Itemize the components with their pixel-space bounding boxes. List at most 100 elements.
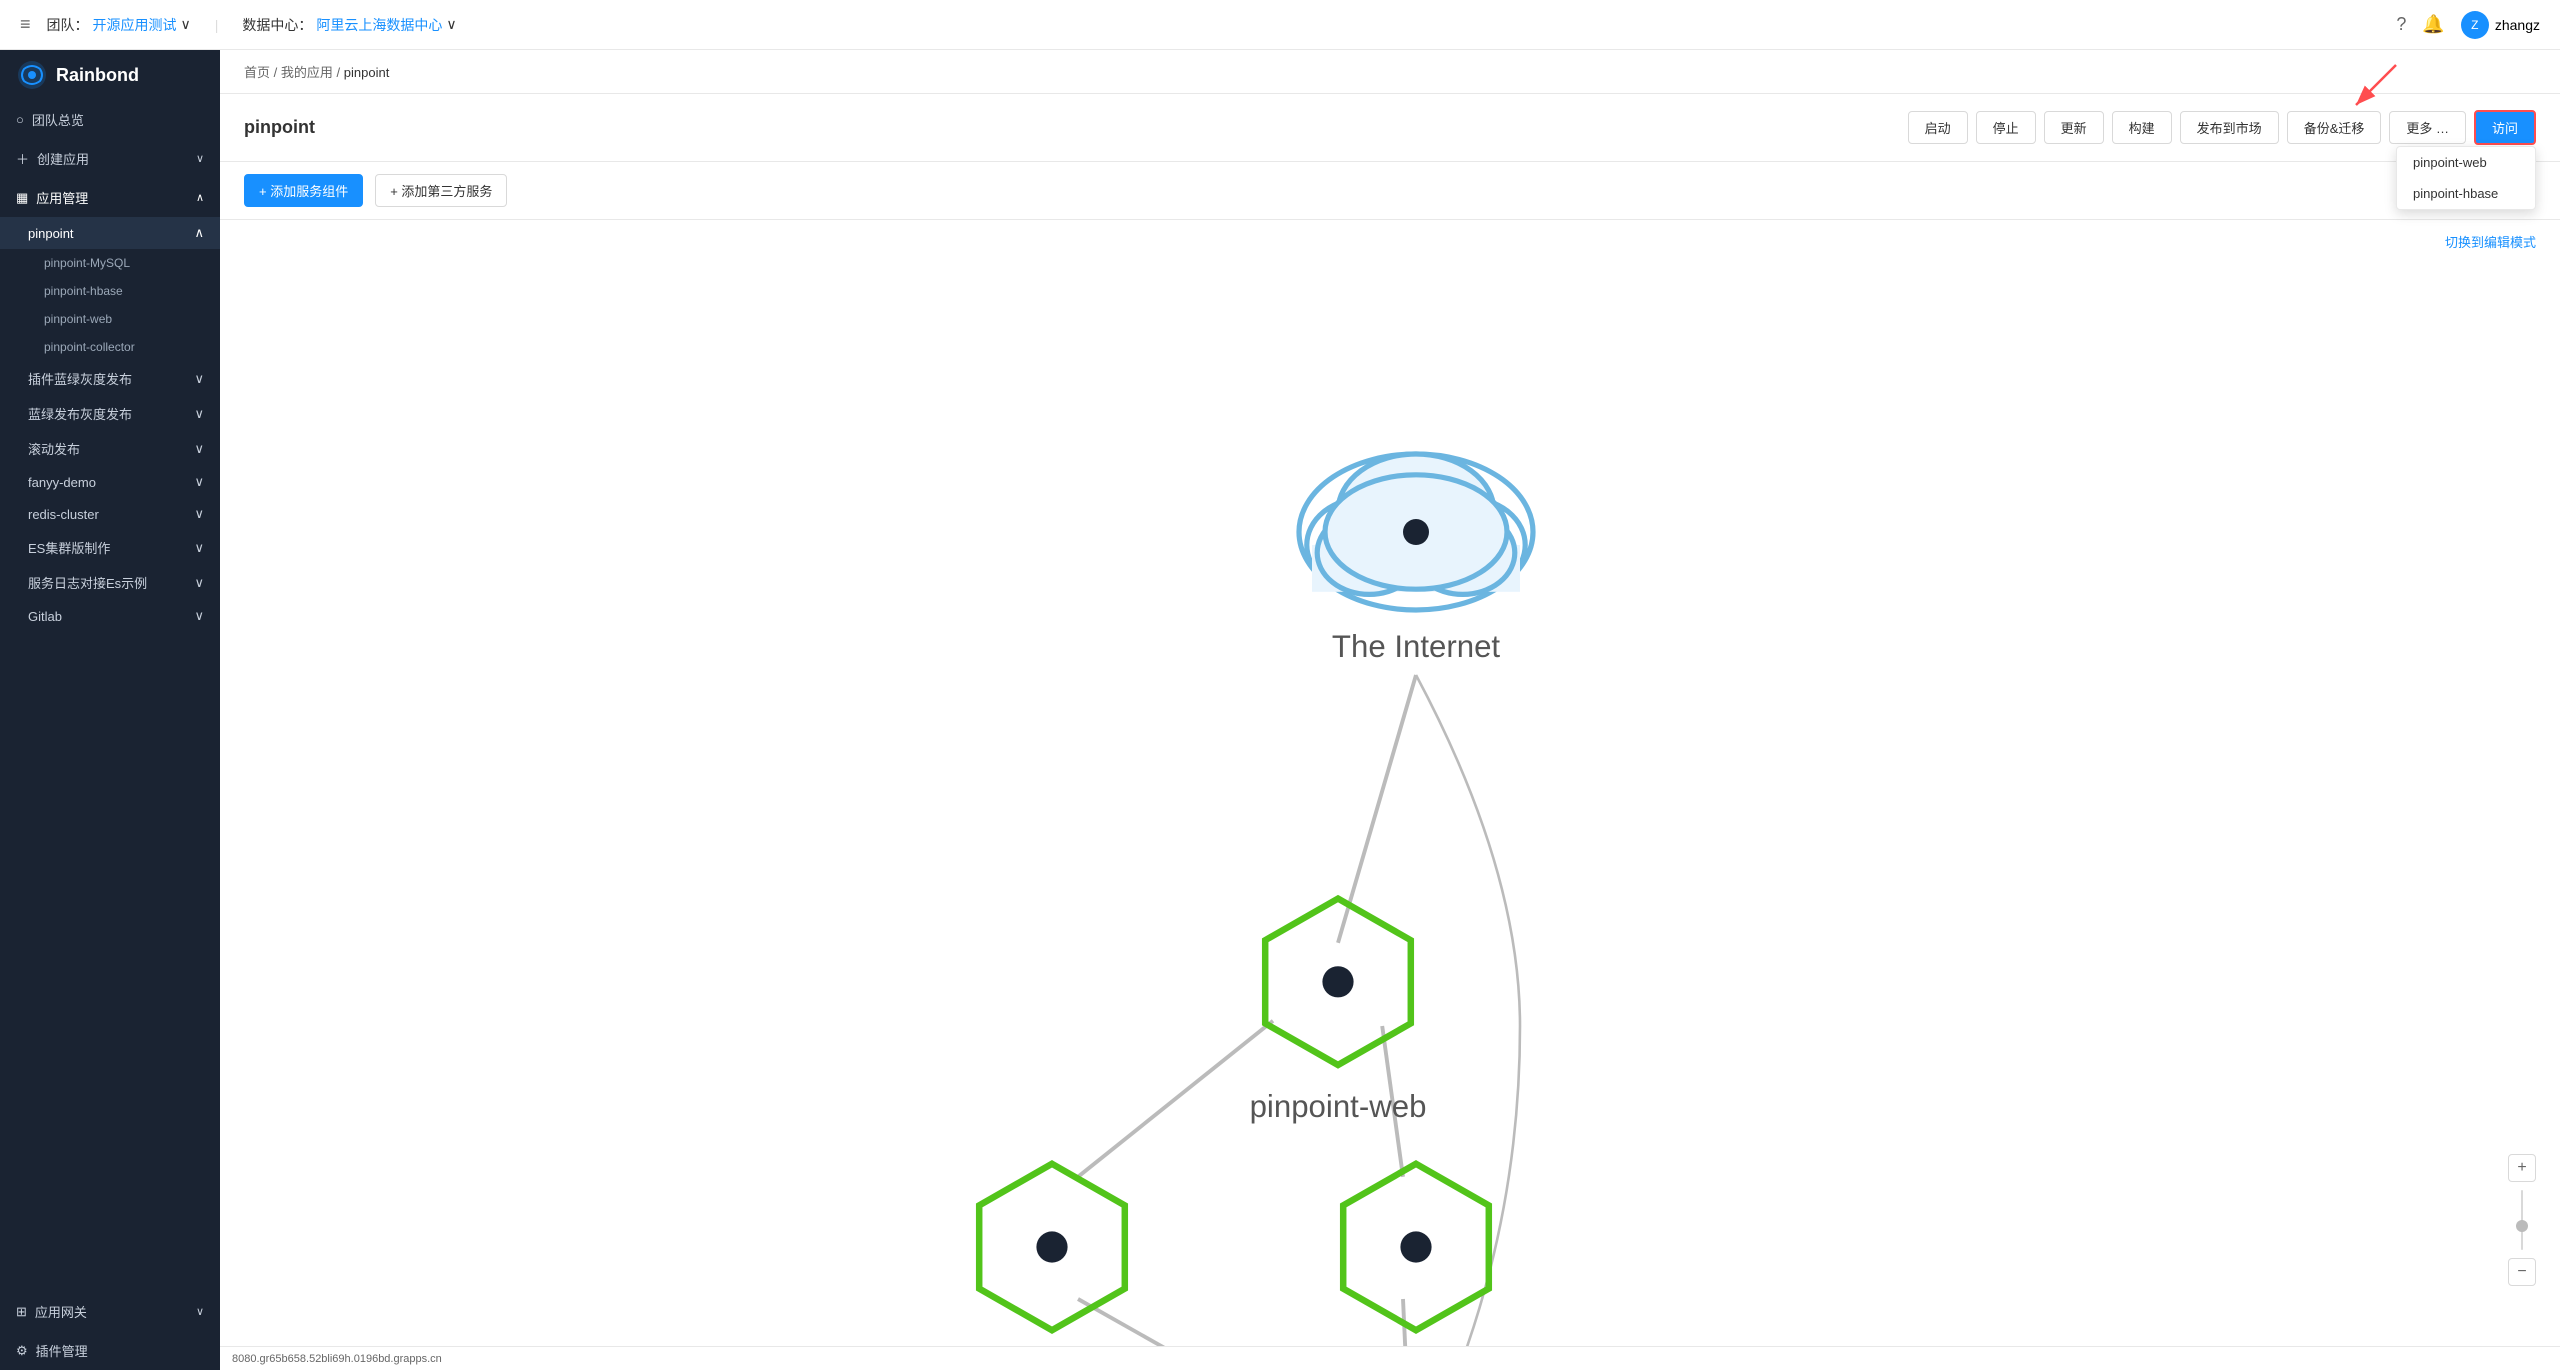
- app-gateway-icon: ⊞: [16, 1304, 27, 1320]
- user-name: zhangz: [2495, 17, 2540, 33]
- svg-text:pinpoint-web: pinpoint-web: [1250, 1089, 1427, 1124]
- start-button[interactable]: 启动: [1908, 111, 1968, 144]
- create-app-chevron: ∨: [196, 152, 204, 165]
- sub-toolbar: + 添加服务组件 + 添加第三方服务 拓扑图 列表: [220, 162, 2560, 220]
- sidebar-group-log[interactable]: 服务日志对接Es示例 ∨: [0, 565, 220, 600]
- page-actions: 启动 停止 更新 构建 发布到市场 备份&迁移 更多 … 访问 pinpoint…: [1908, 110, 2536, 145]
- datacenter-name-link[interactable]: 阿里云上海数据中心: [316, 15, 442, 35]
- sidebar-group-plugin-bluegreen[interactable]: 插件蓝绿灰度发布 ∨: [0, 361, 220, 396]
- sidebar-group-es[interactable]: ES集群版制作 ∨: [0, 530, 220, 565]
- es-chevron: ∨: [194, 540, 204, 556]
- sidebar-group-pinpoint[interactable]: pinpoint ∧: [0, 217, 220, 249]
- breadcrumb-sep1: /: [274, 65, 278, 80]
- app-management-chevron: ∧: [196, 191, 204, 204]
- publish-button[interactable]: 发布到市场: [2180, 111, 2279, 144]
- node-pinpoint-collector[interactable]: pinpoint-collector: [1298, 1164, 1534, 1346]
- pinpoint-hbase-label: pinpoint-hbase: [44, 284, 123, 298]
- node-pinpoint-web[interactable]: pinpoint-web: [1250, 899, 1427, 1124]
- update-button[interactable]: 更新: [2044, 111, 2104, 144]
- log-chevron: ∨: [194, 575, 204, 591]
- user-avatar: Z: [2461, 11, 2489, 39]
- zoom-slider[interactable]: [2521, 1190, 2523, 1250]
- fanyy-label: fanyy-demo: [28, 475, 96, 490]
- sidebar-sub-pinpoint-collector[interactable]: pinpoint-collector: [0, 333, 220, 361]
- sidebar-group-redis[interactable]: redis-cluster ∨: [0, 498, 220, 530]
- backup-button[interactable]: 备份&迁移: [2287, 111, 2382, 144]
- menu-icon[interactable]: ≡: [20, 14, 31, 35]
- zoom-in-button[interactable]: +: [2508, 1154, 2536, 1182]
- gitlab-label: Gitlab: [28, 609, 62, 624]
- plugin-bluegreen-label: 插件蓝绿灰度发布: [28, 369, 132, 388]
- sidebar-group-rolling[interactable]: 滚动发布 ∨: [0, 431, 220, 466]
- breadcrumb-current: pinpoint: [344, 65, 390, 80]
- plugin-mgmt-label: 插件管理: [36, 1341, 88, 1360]
- sidebar-item-app-gateway[interactable]: ⊞ 应用网关 ∨: [0, 1292, 220, 1331]
- breadcrumb-my-apps[interactable]: 我的应用: [281, 65, 333, 80]
- team-label: 团队：: [47, 15, 89, 35]
- topology-graph: The Internet pinpoint-web pinpoint-MySQL: [220, 220, 2560, 1346]
- statusbar: 8080.gr65b658.52bli69h.0196bd.grapps.cn: [220, 1346, 2560, 1370]
- logo-text: Rainbond: [56, 65, 139, 86]
- add-third-party-button[interactable]: + 添加第三方服务: [375, 174, 507, 207]
- datacenter-dropdown-icon[interactable]: ∨: [446, 16, 456, 33]
- team-name-link[interactable]: 开源应用测试: [93, 15, 177, 35]
- notification-icon[interactable]: 🔔: [2422, 14, 2444, 35]
- user-info[interactable]: Z zhangz: [2461, 11, 2540, 39]
- sidebar-sub-pinpoint-hbase[interactable]: pinpoint-hbase: [0, 277, 220, 305]
- app-gateway-chevron: ∨: [196, 1305, 204, 1318]
- zoom-handle[interactable]: [2516, 1220, 2528, 1232]
- zoom-out-button[interactable]: −: [2508, 1258, 2536, 1286]
- pinpoint-collector-label: pinpoint-collector: [44, 340, 135, 354]
- page-header: pinpoint 启动 停止 更新 构建 发布到市场 备份&迁移 更多 … 访问…: [220, 94, 2560, 162]
- build-button[interactable]: 构建: [2112, 111, 2172, 144]
- plugin-mgmt-icon: ⚙: [16, 1343, 28, 1359]
- redis-label: redis-cluster: [28, 507, 99, 522]
- team-overview-label: 团队总览: [32, 110, 84, 129]
- sidebar-item-create-app[interactable]: ＋ 创建应用 ∨: [0, 139, 220, 178]
- help-icon[interactable]: ?: [2396, 14, 2406, 35]
- content: 首页 / 我的应用 / pinpoint pinpoint 启动 停止 更新 构…: [220, 50, 2560, 1370]
- app-management-icon: ▦: [16, 190, 28, 206]
- node-internet[interactable]: The Internet: [1299, 454, 1533, 664]
- sidebar-sub-pinpoint-web[interactable]: pinpoint-web: [0, 305, 220, 333]
- plugin-bluegreen-chevron: ∨: [194, 371, 204, 387]
- pinpoint-group-chevron: ∧: [194, 225, 204, 241]
- sidebar-item-plugin-mgmt[interactable]: ⚙ 插件管理: [0, 1331, 220, 1370]
- rolling-chevron: ∨: [194, 441, 204, 457]
- team-overview-icon: ○: [16, 112, 24, 127]
- topbar-divider: |: [215, 17, 219, 33]
- sidebar: Rainbond ○ 团队总览 ＋ 创建应用 ∨ ▦ 应用管理 ∧ pinpoi…: [0, 50, 220, 1370]
- main-layout: Rainbond ○ 团队总览 ＋ 创建应用 ∨ ▦ 应用管理 ∧ pinpoi…: [0, 50, 2560, 1370]
- dropdown-item-web[interactable]: pinpoint-web: [2397, 147, 2535, 178]
- rolling-label: 滚动发布: [28, 439, 80, 458]
- add-service-button[interactable]: + 添加服务组件: [244, 174, 363, 207]
- sidebar-group-gitlab[interactable]: Gitlab ∨: [0, 600, 220, 632]
- breadcrumb-sep2: /: [337, 65, 341, 80]
- sidebar-item-team-overview[interactable]: ○ 团队总览: [0, 100, 220, 139]
- datacenter-selector: 数据中心： 阿里云上海数据中心 ∨: [242, 15, 456, 35]
- bluegreen-deploy-label: 蓝绿发布灰度发布: [28, 404, 132, 423]
- node-pinpoint-mysql[interactable]: pinpoint-MySQL: [940, 1164, 1164, 1346]
- more-button[interactable]: 更多 …: [2389, 111, 2466, 144]
- log-label: 服务日志对接Es示例: [28, 573, 147, 592]
- canvas-area: 切换到编辑模式: [220, 220, 2560, 1346]
- topbar: ≡ 团队： 开源应用测试 ∨ | 数据中心： 阿里云上海数据中心 ∨ ? 🔔 Z…: [0, 0, 2560, 50]
- visit-button[interactable]: 访问: [2474, 110, 2536, 145]
- svg-text:The Internet: The Internet: [1332, 629, 1501, 664]
- sidebar-sub-pinpoint-mysql[interactable]: pinpoint-MySQL: [0, 249, 220, 277]
- topbar-left: ≡ 团队： 开源应用测试 ∨ | 数据中心： 阿里云上海数据中心 ∨: [20, 14, 457, 35]
- breadcrumb-home[interactable]: 首页: [244, 65, 270, 80]
- sidebar-group-bluegreen-deploy[interactable]: 蓝绿发布灰度发布 ∨: [0, 396, 220, 431]
- sidebar-item-app-management[interactable]: ▦ 应用管理 ∧: [0, 178, 220, 217]
- team-dropdown-icon[interactable]: ∨: [181, 16, 191, 33]
- edge-mysql-hbase: [1078, 1299, 1377, 1346]
- statusbar-url: 8080.gr65b658.52bli69h.0196bd.grapps.cn: [232, 1353, 442, 1365]
- app-gateway-label: 应用网关: [35, 1302, 87, 1321]
- stop-button[interactable]: 停止: [1976, 111, 2036, 144]
- visit-dropdown: pinpoint-web pinpoint-hbase: [2396, 146, 2536, 210]
- pinpoint-web-label: pinpoint-web: [44, 312, 112, 326]
- page-title: pinpoint: [244, 117, 315, 138]
- dropdown-item-hbase[interactable]: pinpoint-hbase: [2397, 178, 2535, 209]
- logo-icon: [16, 59, 48, 91]
- sidebar-group-fanyy[interactable]: fanyy-demo ∨: [0, 466, 220, 498]
